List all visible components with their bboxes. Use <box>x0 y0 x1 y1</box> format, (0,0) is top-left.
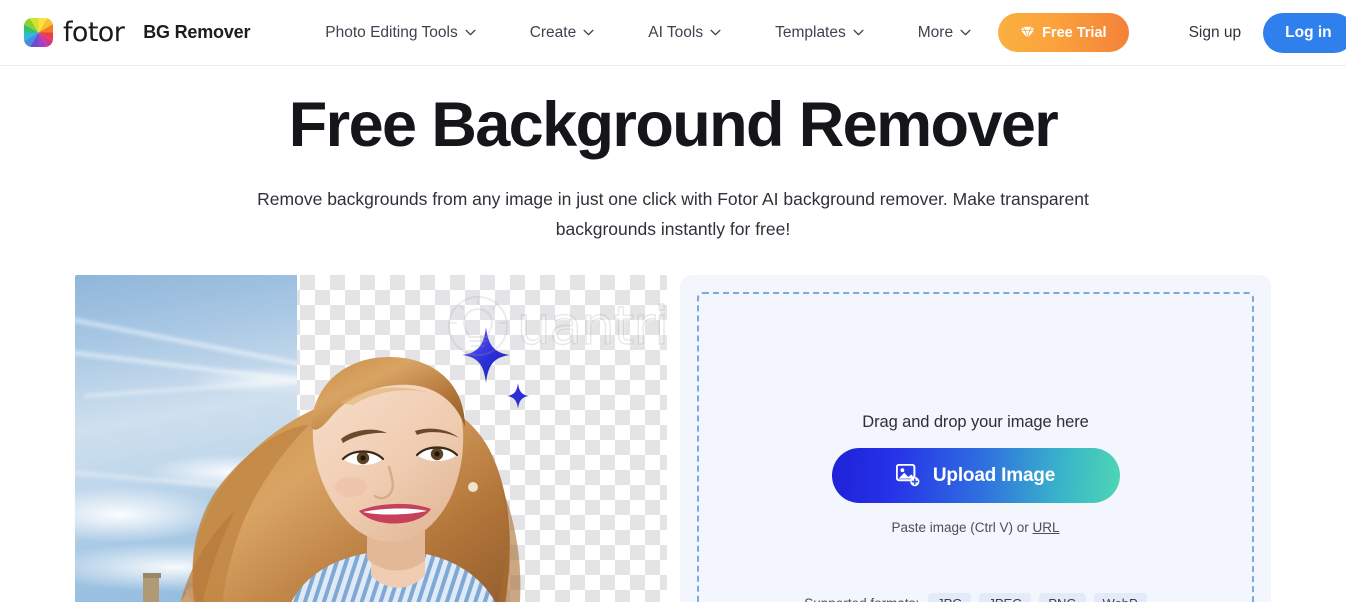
nav-item-label: Templates <box>775 23 846 41</box>
chevron-down-icon <box>465 29 476 36</box>
chevron-down-icon <box>583 29 594 36</box>
nav-item-label: AI Tools <box>648 23 704 41</box>
nav-item-label: More <box>917 23 954 41</box>
upload-image-label: Upload Image <box>932 464 1056 486</box>
fotor-rainbow-logo-icon <box>24 18 53 47</box>
workspace: uantrimang Drag and drop your image here <box>75 275 1271 602</box>
product-name: BG Remover <box>143 22 251 42</box>
free-trial-button[interactable]: Free Trial <box>998 13 1129 52</box>
main-nav: Photo Editing Tools Create AI Tools Temp… <box>298 16 998 50</box>
drag-drop-hint: Drag and drop your image here <box>862 413 1089 432</box>
portrait-subject <box>163 275 583 602</box>
format-chip-webp[interactable]: WebP <box>1093 593 1147 602</box>
gem-diamond-icon <box>1020 26 1035 39</box>
nav-item-more[interactable]: More <box>891 16 998 50</box>
nav-item-label: Photo Editing Tools <box>325 23 458 41</box>
supported-formats: Supported formats: JPG JPEG PNG WebP <box>699 593 1252 602</box>
format-chip-png[interactable]: PNG <box>1039 593 1086 602</box>
brand-wordmark: fotor <box>63 17 125 48</box>
chevron-down-icon <box>710 29 721 36</box>
upload-panel: Drag and drop your image here Upload Ima… <box>680 275 1271 602</box>
chevron-down-icon <box>853 29 864 36</box>
site-header: fotor BG Remover Photo Editing Tools Cre… <box>0 0 1346 66</box>
paste-url-link[interactable]: URL <box>1033 520 1060 535</box>
sign-up-button[interactable]: Sign up <box>1167 24 1264 42</box>
supported-formats-label: Supported formats: <box>804 596 919 602</box>
nav-item-photo-editing-tools[interactable]: Photo Editing Tools <box>298 16 502 50</box>
chevron-down-icon <box>960 29 971 36</box>
header-actions: Free Trial Sign up Log in <box>998 12 1346 53</box>
preview-image-card: uantrimang <box>75 275 667 602</box>
format-chip-jpeg[interactable]: JPEG <box>979 593 1032 602</box>
format-chip-jpg[interactable]: JPG <box>928 593 972 602</box>
nav-item-label: Create <box>529 23 577 41</box>
log-in-button[interactable]: Log in <box>1263 12 1346 53</box>
image-plus-icon <box>895 464 920 487</box>
hero-section: Free Background Remover Remove backgroun… <box>0 66 1346 244</box>
nav-item-templates[interactable]: Templates <box>748 16 891 50</box>
upload-image-button[interactable]: Upload Image <box>831 448 1120 504</box>
dropzone[interactable]: Drag and drop your image here Upload Ima… <box>697 292 1254 602</box>
page-subtitle: Remove backgrounds from any image in jus… <box>257 189 1089 240</box>
free-trial-label: Free Trial <box>1042 24 1107 41</box>
page-title: Free Background Remover <box>288 90 1059 160</box>
nav-item-create[interactable]: Create <box>503 16 622 50</box>
paste-hint-text: Paste image (Ctrl V) or <box>891 520 1033 536</box>
paste-hint: Paste image (Ctrl V) or URL <box>891 520 1059 535</box>
brand-logo[interactable]: fotor <box>24 17 125 48</box>
nav-item-ai-tools[interactable]: AI Tools <box>621 16 748 50</box>
